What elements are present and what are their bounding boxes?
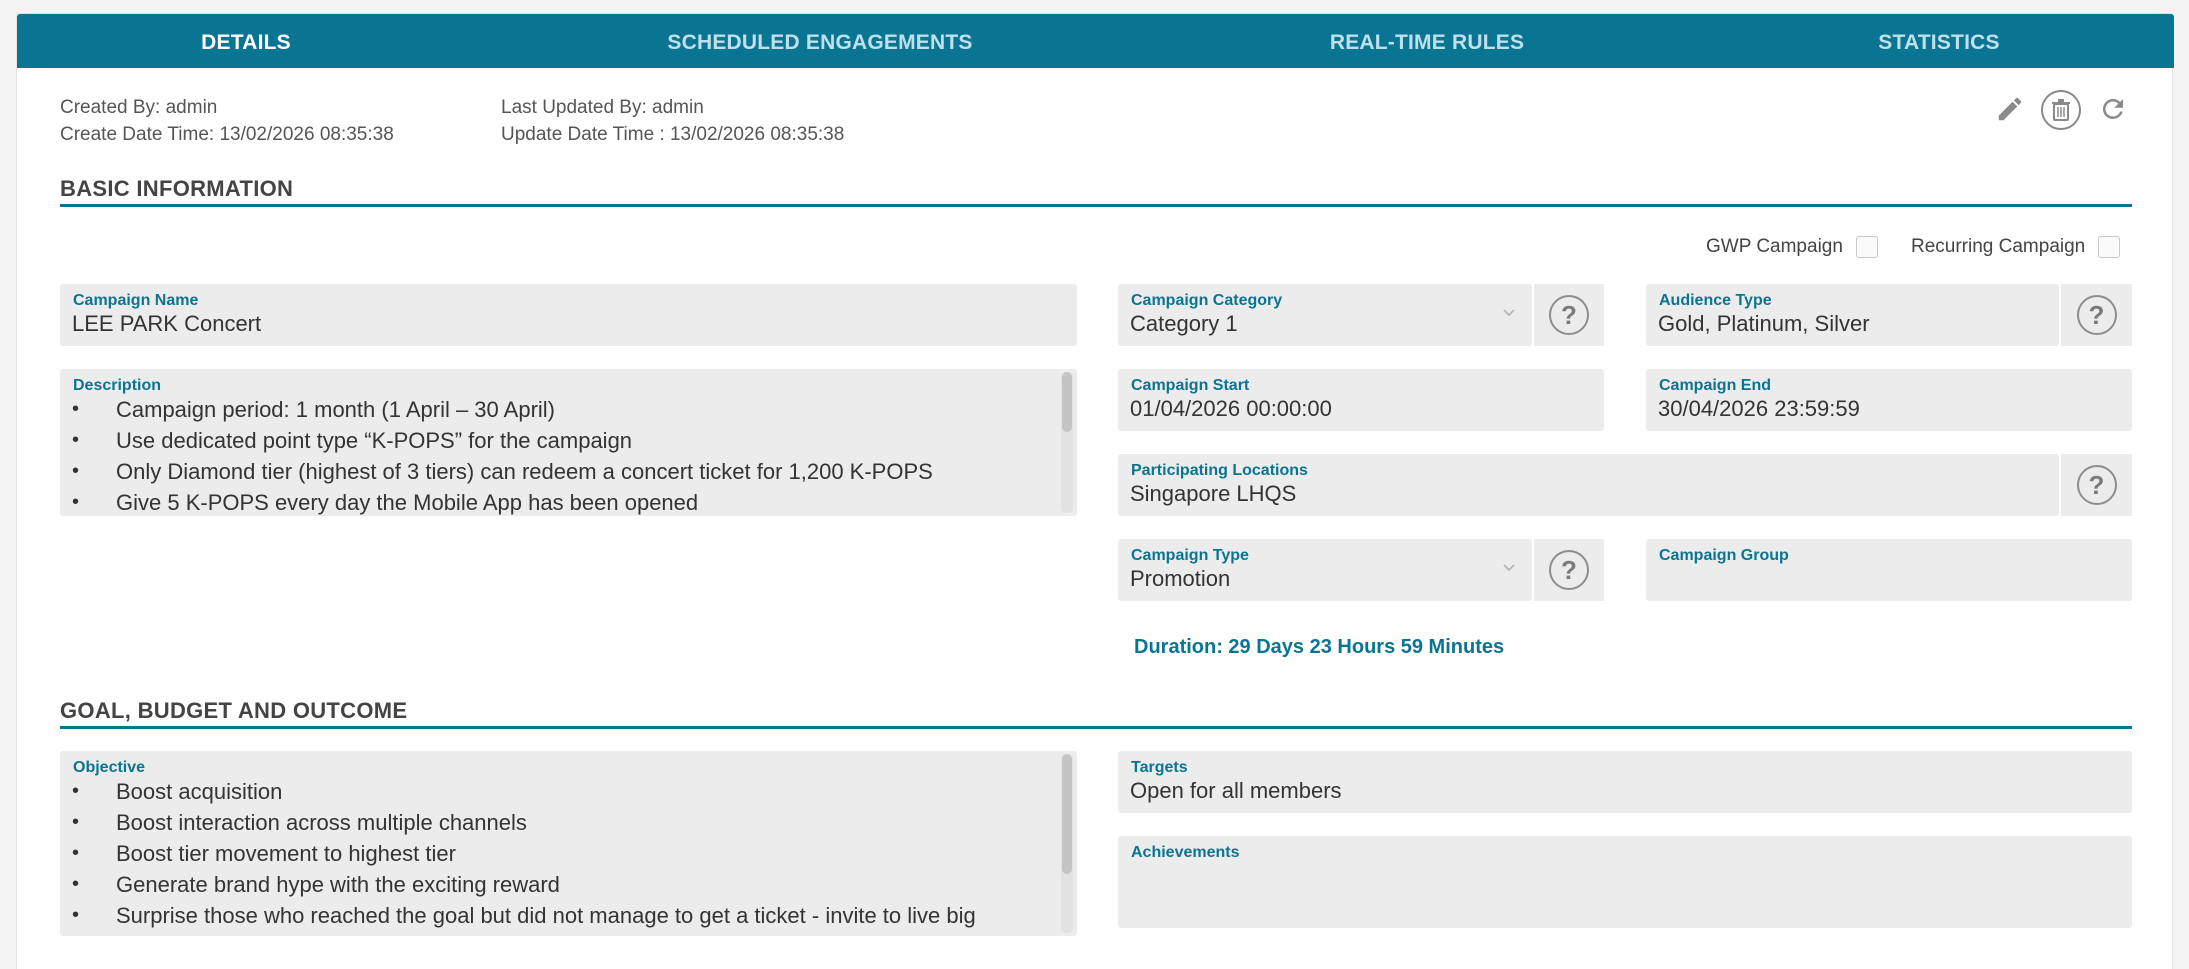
- section-divider: [60, 726, 2132, 729]
- audience-type-help[interactable]: ?: [2059, 284, 2132, 346]
- chevron-down-icon: [1503, 309, 1515, 317]
- campaign-start-label: Campaign Start: [1131, 377, 1250, 394]
- description-list: Campaign period: 1 month (1 April – 30 A…: [72, 394, 933, 516]
- audience-type-field[interactable]: Audience Type Gold, Platinum, Silver: [1646, 284, 2059, 346]
- create-date-time: Create Date Time: 13/02/2026 08:35:38: [60, 124, 394, 145]
- participating-locations-help[interactable]: ?: [2059, 454, 2132, 516]
- trash-icon: [2041, 90, 2081, 130]
- campaign-type-value: Promotion: [1130, 566, 1231, 591]
- objective-item: Surprise those who reached the goal but …: [72, 900, 976, 931]
- campaign-details-panel: DETAILS SCHEDULED ENGAGEMENTS REAL-TIME …: [16, 13, 2174, 969]
- objective-scroll-thumb[interactable]: [1062, 754, 1072, 874]
- tab-details[interactable]: DETAILS: [17, 14, 475, 68]
- refresh-icon: [2102, 98, 2123, 119]
- gwp-campaign-option: GWP Campaign: [1706, 236, 1878, 258]
- campaign-category-select[interactable]: Campaign Category Category 1: [1118, 284, 1532, 346]
- objective-label: Objective: [73, 759, 146, 776]
- created-info: Created By: admin Create Date Time: 13/0…: [60, 94, 394, 148]
- objective-list: Boost acquisition Boost interaction acro…: [72, 776, 976, 931]
- last-updated-by: Last Updated By: admin: [501, 97, 704, 118]
- description-label: Description: [73, 377, 162, 394]
- achievements-label: Achievements: [1131, 844, 1240, 861]
- campaign-group-label: Campaign Group: [1659, 547, 1789, 564]
- description-item: Use dedicated point type “K-POPS” for th…: [72, 425, 933, 456]
- targets-value: Open for all members: [1130, 778, 1342, 803]
- campaign-type-select[interactable]: Campaign Type Promotion: [1118, 539, 1532, 601]
- campaign-name-label: Campaign Name: [73, 292, 199, 309]
- campaign-name-value: LEE PARK Concert: [72, 311, 262, 336]
- edit-button[interactable]: [1993, 92, 2027, 126]
- tab-real-time-rules[interactable]: REAL-TIME RULES: [1165, 14, 1689, 68]
- description-item: Give 5 K-POPS every day the Mobile App h…: [72, 487, 933, 516]
- recurring-campaign-option: Recurring Campaign: [1911, 236, 2121, 258]
- goal-budget-outcome-title: GOAL, BUDGET AND OUTCOME: [60, 698, 408, 723]
- recurring-campaign-label: Recurring Campaign: [1911, 236, 2086, 257]
- campaign-start-field[interactable]: Campaign Start 01/04/2026 00:00:00: [1118, 369, 1604, 431]
- objective-field[interactable]: Objective Boost acquisition Boost intera…: [60, 751, 1077, 936]
- help-icon: ?: [1549, 295, 1589, 335]
- section-divider: [60, 204, 2132, 207]
- created-by: Created By: admin: [60, 97, 218, 118]
- campaign-end-field[interactable]: Campaign End 30/04/2026 23:59:59: [1646, 369, 2132, 431]
- delete-button[interactable]: [2040, 89, 2082, 131]
- help-icon: ?: [2076, 295, 2117, 335]
- refresh-button[interactable]: [2096, 92, 2130, 126]
- objective-item: Generate brand hype with the exciting re…: [72, 869, 976, 900]
- description-field[interactable]: Description Campaign period: 1 month (1 …: [60, 369, 1077, 516]
- campaign-start-value: 01/04/2026 00:00:00: [1130, 396, 1332, 421]
- achievements-field[interactable]: Achievements: [1118, 836, 2132, 928]
- audience-type-label: Audience Type: [1659, 292, 1772, 309]
- campaign-type-label: Campaign Type: [1131, 547, 1249, 564]
- chevron-down-icon: [1503, 564, 1515, 572]
- campaign-type-help[interactable]: ?: [1532, 539, 1604, 601]
- update-date-time: Update Date Time : 13/02/2026 08:35:38: [501, 124, 845, 145]
- audience-type-value: Gold, Platinum, Silver: [1658, 311, 1870, 336]
- description-scroll-thumb[interactable]: [1062, 372, 1072, 432]
- objective-item: Boost interaction across multiple channe…: [72, 807, 976, 838]
- objective-item: Boost acquisition: [72, 776, 976, 807]
- duration-text: Duration: 29 Days 23 Hours 59 Minutes: [1134, 636, 1505, 658]
- campaign-group-field[interactable]: Campaign Group: [1646, 539, 2132, 601]
- pencil-icon: [1998, 97, 2022, 121]
- objective-scrollbar[interactable]: [1061, 754, 1073, 933]
- tab-statistics[interactable]: STATISTICS: [1689, 14, 2189, 68]
- campaign-category-help[interactable]: ?: [1532, 284, 1604, 346]
- recurring-campaign-checkbox[interactable]: [2098, 236, 2121, 258]
- objective-item: Boost tier movement to highest tier: [72, 838, 976, 869]
- gwp-campaign-label: GWP Campaign: [1706, 236, 1843, 257]
- help-icon: ?: [1549, 550, 1589, 590]
- description-item: Campaign period: 1 month (1 April – 30 A…: [72, 394, 933, 425]
- updated-info: Last Updated By: admin Update Date Time …: [501, 94, 844, 148]
- campaign-end-label: Campaign End: [1659, 377, 1772, 394]
- targets-field[interactable]: Targets Open for all members: [1118, 751, 2132, 813]
- basic-information-title: BASIC INFORMATION: [60, 176, 294, 201]
- help-icon: ?: [2076, 465, 2117, 505]
- targets-label: Targets: [1131, 759, 1188, 776]
- campaign-end-value: 30/04/2026 23:59:59: [1658, 396, 1860, 421]
- campaign-category-label: Campaign Category: [1131, 292, 1283, 309]
- tab-scheduled-engagements[interactable]: SCHEDULED ENGAGEMENTS: [475, 14, 1165, 68]
- gwp-campaign-checkbox[interactable]: [1855, 236, 1878, 258]
- participating-locations-value: Singapore LHQS: [1130, 481, 1297, 506]
- campaign-name-field[interactable]: Campaign Name LEE PARK Concert: [60, 284, 1077, 346]
- description-scrollbar[interactable]: [1061, 372, 1073, 513]
- campaign-category-value: Category 1: [1130, 311, 1238, 336]
- tab-bar: DETAILS SCHEDULED ENGAGEMENTS REAL-TIME …: [17, 14, 2174, 68]
- participating-locations-label: Participating Locations: [1131, 462, 1308, 479]
- participating-locations-field[interactable]: Participating Locations Singapore LHQS: [1118, 454, 2059, 516]
- description-item: Only Diamond tier (highest of 3 tiers) c…: [72, 456, 933, 487]
